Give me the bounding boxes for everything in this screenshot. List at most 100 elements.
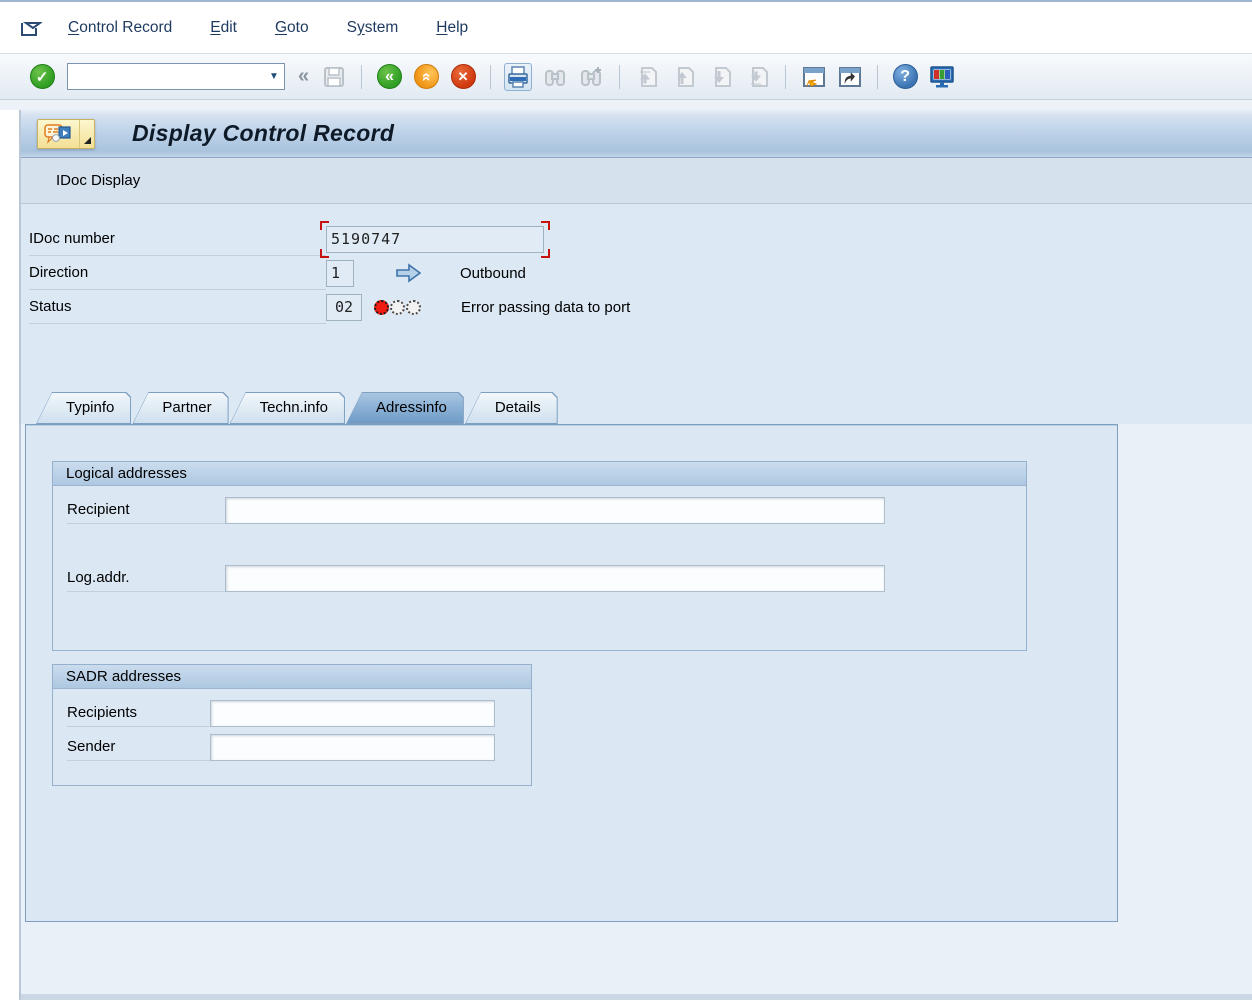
content-area: IDoc number Direction (21, 204, 1252, 994)
sender-label: Sender (67, 733, 210, 761)
status-traffic-light-icon (374, 300, 422, 315)
direction-label: Direction (29, 256, 326, 290)
services-for-object-icon (38, 120, 79, 148)
create-shortcut-icon (837, 65, 863, 89)
traffic-light-red (374, 300, 389, 315)
tab-techn-info[interactable]: Techn.info (230, 392, 345, 424)
status-input[interactable] (326, 294, 362, 321)
print-icon (506, 65, 530, 89)
menu-item-system[interactable]: System (343, 16, 403, 40)
services-for-object-button[interactable] (37, 119, 95, 149)
field-row-direction: Direction Outbound (29, 256, 1252, 290)
next-page-icon (709, 65, 733, 89)
system-menu-icon[interactable] (20, 19, 42, 37)
sap-gui-window: Control Record Edit Goto System Help (0, 0, 1252, 1000)
status-description: Error passing data to port (461, 299, 630, 316)
first-page-button[interactable] (633, 63, 661, 91)
new-session-button[interactable] (799, 63, 827, 91)
customize-layout-icon (929, 65, 955, 89)
recipients-label: Recipients (67, 699, 210, 727)
standard-toolbar (0, 54, 1252, 100)
enter-button[interactable] (28, 63, 56, 91)
menu-item-control-record[interactable]: Control Record (64, 16, 176, 40)
tab-typinfo[interactable]: Typinfo (36, 392, 131, 424)
status-label: Status (29, 290, 326, 324)
last-page-icon (746, 65, 770, 89)
application-toolbar: IDoc Display (21, 158, 1252, 204)
adressinfo-tab-panel: Logical addresses Recipient Log.addr. SA… (25, 424, 1118, 922)
page-title: Display Control Record (132, 120, 394, 147)
save-button[interactable] (320, 63, 348, 91)
command-input[interactable] (68, 65, 264, 88)
recipients-input[interactable] (210, 700, 495, 727)
back-icon (377, 64, 402, 89)
log-addr-row: Log.addr. (53, 564, 1026, 592)
collapse-icon[interactable] (296, 65, 311, 88)
menu-item-help[interactable]: Help (432, 16, 472, 40)
idoc-number-focus-frame (326, 226, 544, 253)
idoc-display-button[interactable]: IDoc Display (43, 165, 153, 196)
find-next-button[interactable] (578, 63, 606, 91)
recipient-input[interactable] (225, 497, 885, 524)
exit-button[interactable] (412, 63, 440, 91)
back-button[interactable] (375, 63, 403, 91)
print-button[interactable] (504, 63, 532, 91)
help-button[interactable] (891, 63, 919, 91)
tab-partner[interactable]: Partner (132, 392, 228, 424)
menu-items: Control Record Edit Goto System Help (64, 16, 472, 40)
help-icon (893, 64, 918, 89)
toolbar-separator (490, 65, 491, 89)
log-addr-input[interactable] (225, 565, 885, 592)
tab-strip: Typinfo Partner Techn.info Adressin (36, 392, 1252, 424)
recipient-label: Recipient (67, 496, 225, 524)
traffic-light-green (406, 300, 421, 315)
sender-input[interactable] (210, 734, 495, 761)
window-body: Display Control Record IDoc Display IDoc… (19, 110, 1252, 1000)
cancel-button[interactable] (449, 63, 477, 91)
command-field-dropdown-icon[interactable] (264, 64, 284, 89)
command-field (67, 63, 285, 90)
sadr-addresses-group: SADR addresses Recipients Sender (52, 664, 532, 786)
outbound-arrow-icon (395, 263, 422, 283)
next-page-button[interactable] (707, 63, 735, 91)
tab-details[interactable]: Details (465, 392, 558, 424)
sender-row: Sender (53, 733, 531, 761)
enter-icon (30, 64, 55, 89)
field-row-idoc-number: IDoc number (29, 222, 1252, 256)
direction-input[interactable] (326, 260, 354, 287)
direction-description: Outbound (460, 265, 526, 282)
previous-page-button[interactable] (670, 63, 698, 91)
toolbar-separator (619, 65, 620, 89)
customize-layout-button[interactable] (928, 63, 956, 91)
cancel-icon (451, 64, 476, 89)
first-page-icon (635, 65, 659, 89)
logical-addresses-group: Logical addresses Recipient Log.addr. (52, 461, 1027, 651)
menu-item-edit[interactable]: Edit (206, 16, 241, 40)
previous-page-icon (672, 65, 696, 89)
log-addr-label: Log.addr. (67, 564, 225, 592)
header-fields-band: IDoc number Direction (21, 204, 1252, 424)
logical-addresses-header: Logical addresses (53, 462, 1026, 486)
toolbar-gap (0, 100, 1252, 110)
exit-icon (414, 64, 439, 89)
find-icon (543, 65, 567, 89)
tab-adressinfo[interactable]: Adressinfo (346, 392, 464, 424)
find-button[interactable] (541, 63, 569, 91)
menu-item-goto[interactable]: Goto (271, 16, 313, 40)
services-dropdown-icon[interactable] (79, 120, 94, 148)
recipient-row: Recipient (53, 496, 1026, 524)
idoc-number-input[interactable] (326, 226, 544, 253)
menu-bar: Control Record Edit Goto System Help (0, 2, 1252, 54)
toolbar-separator (877, 65, 878, 89)
last-page-button[interactable] (744, 63, 772, 91)
find-next-icon (580, 65, 604, 89)
window-bottom-edge (21, 994, 1252, 1000)
toolbar-separator (785, 65, 786, 89)
create-shortcut-button[interactable] (836, 63, 864, 91)
idoc-number-label: IDoc number (29, 222, 326, 256)
tab-zone: Typinfo Partner Techn.info Adressin (21, 392, 1252, 424)
title-bar: Display Control Record (21, 110, 1252, 158)
toolbar-separator (361, 65, 362, 89)
sadr-addresses-header: SADR addresses (53, 665, 531, 689)
save-icon (322, 65, 346, 89)
